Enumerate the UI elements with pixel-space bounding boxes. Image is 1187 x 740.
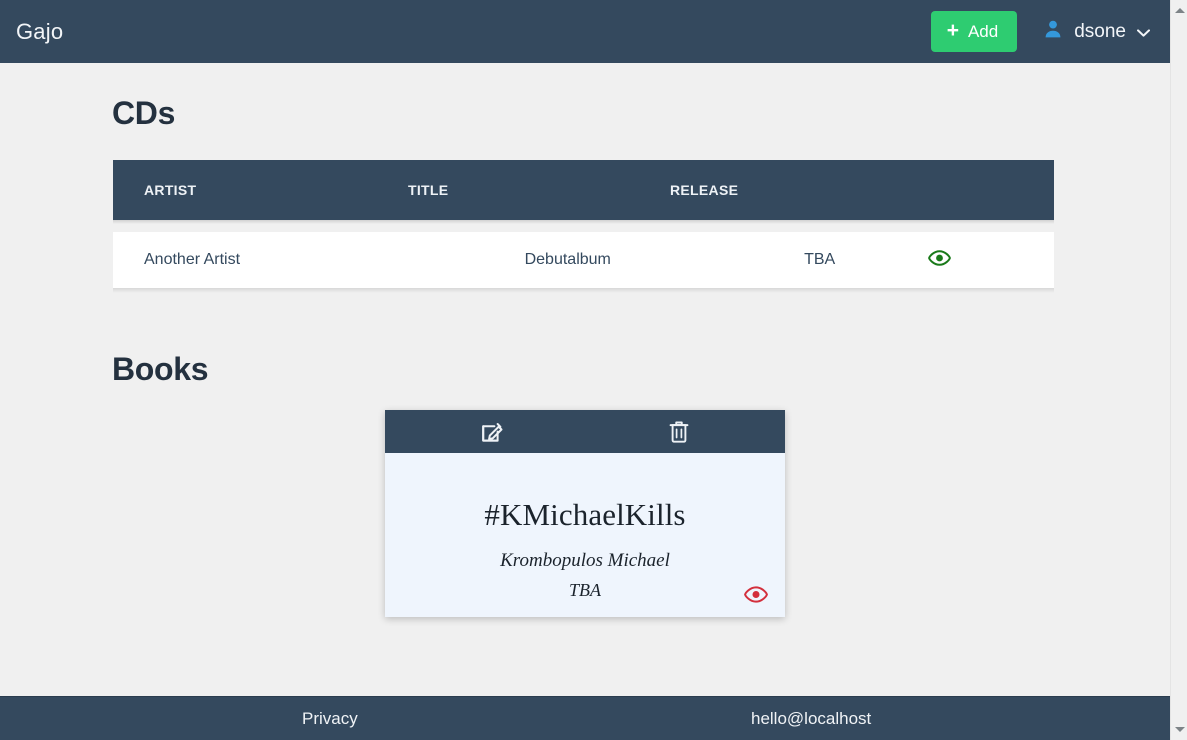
user-avatar-icon [1043,19,1063,44]
edit-button[interactable] [480,420,504,444]
edit-icon [480,422,504,447]
book-author: Krombopulos Michael [500,550,670,571]
section-title-cds: CDs [112,95,176,131]
vertical-scrollbar[interactable] [1170,0,1187,740]
column-header-artist[interactable]: ARTIST [113,160,408,220]
cds-table: ARTIST TITLE RELEASE [113,160,1054,220]
chevron-down-icon [1137,26,1150,39]
navbar-right-group: + Add dsone [930,11,1156,52]
footer-link-email[interactable]: hello@localhost [751,709,871,729]
cell-title: Debutalbum [524,251,611,268]
book-release: TBA [568,580,601,600]
footer-link-privacy[interactable]: Privacy [302,709,358,729]
section-title-books: Books [112,351,209,387]
table-header-row: ARTIST TITLE RELEASE [113,160,1054,220]
cds-table-body-container: Another Artist Debutalbum TBA [113,232,1054,288]
column-header-actions [940,160,1054,220]
cds-table-header: ARTIST TITLE RELEASE [113,160,1054,220]
user-menu[interactable]: dsone [1043,19,1156,44]
trash-icon [668,421,690,447]
user-name-label: dsone [1074,20,1126,42]
cds-table-body: Another Artist Debutalbum TBA [113,232,1054,288]
page-viewport: Gajo + Add dsone CDs ARTIST TITLE RELEAS… [0,0,1170,740]
page-footer: Privacy hello@localhost [0,696,1170,740]
cds-table-container: ARTIST TITLE RELEASE [113,160,1054,220]
scroll-up-arrow-icon[interactable] [1171,2,1187,19]
delete-button[interactable] [668,420,690,444]
brand-logo[interactable]: Gajo [16,19,63,45]
book-title: #KMichaelKills [484,497,686,532]
eye-icon[interactable] [927,249,951,266]
column-header-title[interactable]: TITLE [408,160,670,220]
cell-actions [905,232,1054,288]
cell-artist: Another Artist [144,251,241,268]
eye-icon[interactable] [744,586,768,603]
plus-icon: + [946,19,959,42]
table-header-shadow [113,220,1054,224]
column-header-release[interactable]: RELEASE [670,160,940,220]
book-card-header [385,410,785,475]
book-card: #KMichaelKills Krombopulos Michael TBA [385,410,785,617]
scroll-down-arrow-icon[interactable] [1171,721,1187,738]
top-navbar: Gajo + Add dsone [0,0,1170,63]
book-card-body: #KMichaelKills Krombopulos Michael TBA [385,453,785,617]
table-row[interactable]: Another Artist Debutalbum TBA [113,232,1054,288]
cell-release: TBA [804,251,836,268]
books-card-grid: #KMichaelKills Krombopulos Michael TBA [0,410,1170,617]
add-button-label: Add [967,21,999,41]
main-content: CDs ARTIST TITLE RELEASE Another Artist … [0,63,1170,617]
add-button[interactable]: + Add [930,11,1018,52]
